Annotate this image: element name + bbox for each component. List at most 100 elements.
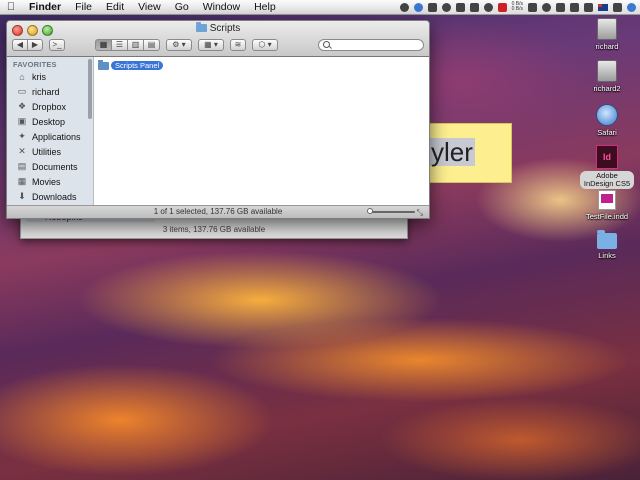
status-bar: 1 of 1 selected, 137.76 GB available ⤡ bbox=[7, 205, 429, 218]
nav-buttons: ◀ ▶ bbox=[12, 38, 43, 51]
drive-icon: ▭ bbox=[17, 86, 27, 96]
sidebar-heading: FAVORITES bbox=[13, 60, 57, 69]
sidebar-item-documents[interactable]: ▤ Documents bbox=[7, 159, 93, 174]
hard-drive-icon bbox=[597, 60, 617, 82]
sticky-note[interactable]: yler bbox=[426, 123, 512, 183]
dropbox-icon[interactable] bbox=[427, 2, 437, 12]
eject-icon[interactable] bbox=[570, 2, 579, 12]
home-icon: ⌂ bbox=[19, 71, 25, 82]
sidebar: FAVORITES ⌂ kris ▭ richard ❖ Dropbox ▣ Deskt… bbox=[7, 57, 94, 206]
movies-icon: ▦ bbox=[17, 176, 27, 186]
dropbox-icon: ❖ bbox=[17, 101, 27, 111]
menu-help[interactable]: Help bbox=[247, 1, 283, 13]
resize-grip-icon[interactable]: ⤡ bbox=[417, 207, 423, 218]
sidebar-item-label: richard bbox=[32, 86, 60, 97]
list-view-icon: ☰ bbox=[115, 40, 124, 49]
window-title-text: Scripts bbox=[209, 23, 241, 34]
indesign-document-icon bbox=[598, 190, 616, 210]
title-bar[interactable]: Scripts ◀ ▶ >_ ▦ ☰ ▥ ▤ ⚙ ▾ ▦ ▾ ≋ ⬡ ▾ bbox=[7, 21, 429, 57]
battery-icon[interactable] bbox=[613, 2, 622, 12]
documents-icon: ▤ bbox=[17, 161, 27, 171]
share-button[interactable]: ≋ bbox=[230, 38, 246, 51]
view-buttons: ▦ ☰ ▥ ▤ bbox=[95, 38, 160, 51]
slider-track bbox=[371, 211, 415, 213]
sidebar-scrollbar[interactable] bbox=[88, 59, 92, 119]
menu-edit[interactable]: Edit bbox=[99, 1, 131, 13]
menu-window[interactable]: Window bbox=[196, 1, 247, 13]
search-icon bbox=[323, 40, 330, 48]
sidebar-item-utilities[interactable]: ✕ Utilities bbox=[7, 144, 93, 159]
sidebar-item-dropbox[interactable]: ❖ Dropbox bbox=[7, 99, 93, 114]
bluetooth-icon[interactable] bbox=[528, 2, 537, 12]
desktop-icon-label: richard bbox=[595, 42, 619, 51]
slider-knob[interactable] bbox=[367, 208, 373, 214]
file-area[interactable]: Scripts Panel bbox=[94, 57, 429, 206]
column-view-icon: ▥ bbox=[131, 40, 140, 49]
desktop-icon-testfile[interactable]: TestFile.indd bbox=[577, 190, 637, 221]
sidebar-item-label: Dropbox bbox=[32, 101, 67, 112]
icon-view-button[interactable]: ▦ bbox=[95, 38, 112, 51]
sidebar-item-applications[interactable]: ✦ Applications bbox=[7, 129, 93, 144]
sidebar-item-label: Applications bbox=[32, 131, 81, 142]
toolbar: ◀ ▶ >_ ▦ ☰ ▥ ▤ ⚙ ▾ ▦ ▾ ≋ ⬡ ▾ bbox=[12, 36, 424, 53]
alert-icon[interactable] bbox=[497, 2, 507, 12]
search-field[interactable] bbox=[318, 38, 424, 51]
coverflow-view-button[interactable]: ▤ bbox=[143, 38, 160, 51]
gear-icon[interactable] bbox=[483, 2, 493, 12]
arrange-button[interactable]: ▦ ▾ bbox=[198, 38, 224, 51]
sidebar-item-movies[interactable]: ▦ Movies bbox=[7, 174, 93, 189]
status-text: 1 of 1 selected, 137.76 GB available bbox=[153, 207, 283, 216]
sidebar-item-kris[interactable]: ⌂ kris bbox=[7, 69, 93, 84]
volume-icon[interactable] bbox=[584, 2, 593, 12]
paw-icon[interactable] bbox=[469, 2, 479, 12]
desktop-icon-label: Adobe InDesign CS5 bbox=[580, 171, 634, 189]
finder-window: Scripts ◀ ▶ >_ ▦ ☰ ▥ ▤ ⚙ ▾ ▦ ▾ ≋ ⬡ ▾ FAV… bbox=[6, 20, 430, 219]
menu-finder[interactable]: Finder bbox=[22, 1, 68, 13]
desktop-icon: ▣ bbox=[17, 116, 27, 126]
sidebar-item-downloads[interactable]: ⬇ Downloads bbox=[7, 189, 93, 204]
net-out-text: 0 B/s bbox=[511, 6, 523, 12]
apple-menu-icon[interactable]:  bbox=[0, 1, 22, 13]
sidebar-item-label: Documents bbox=[32, 161, 78, 172]
coverflow-view-icon: ▤ bbox=[147, 40, 156, 49]
utilities-icon: ✕ bbox=[18, 146, 26, 156]
desktop-icon-indesign[interactable]: Id Adobe InDesign CS5 bbox=[577, 145, 637, 189]
sidebar-item-label: Desktop bbox=[32, 116, 66, 127]
dropbox-button[interactable]: ⬡ ▾ bbox=[252, 38, 278, 51]
downloads-icon: ⬇ bbox=[18, 191, 26, 201]
menu-view[interactable]: View bbox=[131, 1, 168, 13]
indesign-app-icon: Id bbox=[596, 145, 618, 169]
action-button[interactable]: ⚙ ▾ bbox=[166, 38, 192, 51]
search-input[interactable] bbox=[333, 39, 419, 50]
forward-button[interactable]: ▶ bbox=[27, 38, 43, 51]
desktop-icon-richard[interactable]: richard bbox=[577, 18, 637, 51]
back-button[interactable]: ◀ bbox=[12, 38, 28, 51]
window-body: FAVORITES ⌂ kris ▭ richard ❖ Dropbox ▣ Deskt… bbox=[7, 57, 429, 206]
menu-go[interactable]: Go bbox=[168, 1, 196, 13]
file-item[interactable]: Scripts Panel bbox=[98, 59, 164, 70]
sidebar-item-label: Movies bbox=[32, 176, 61, 187]
path-button[interactable]: >_ bbox=[49, 38, 65, 51]
wifi-icon[interactable] bbox=[542, 2, 551, 12]
spotlight-icon[interactable] bbox=[627, 2, 636, 12]
sidebar-item-label: Utilities bbox=[32, 146, 62, 157]
menu-file[interactable]: File bbox=[68, 1, 99, 13]
display-icon[interactable] bbox=[556, 2, 565, 12]
sidebar-item-desktop[interactable]: ▣ Desktop bbox=[7, 114, 93, 129]
sidebar-item-richard[interactable]: ▭ richard bbox=[7, 84, 93, 99]
desktop-icon-links[interactable]: Links bbox=[577, 229, 637, 260]
network-speed: 0 B/s 0 B/s bbox=[512, 2, 523, 12]
globe-icon[interactable] bbox=[413, 2, 423, 12]
desktop-icon-safari[interactable]: Safari bbox=[577, 104, 637, 137]
list-view-button[interactable]: ☰ bbox=[111, 38, 128, 51]
sync-icon[interactable] bbox=[399, 2, 409, 12]
icon-size-slider[interactable]: ⤡ bbox=[365, 208, 423, 217]
hard-drive-icon bbox=[597, 18, 617, 40]
folder-icon bbox=[195, 22, 207, 32]
desktop-icon-label: richard2 bbox=[593, 84, 621, 93]
column-view-button[interactable]: ▥ bbox=[127, 38, 144, 51]
time-machine-icon[interactable] bbox=[441, 2, 451, 12]
input-source-flag-icon[interactable] bbox=[598, 3, 608, 11]
desktop-icon-richard2[interactable]: richard2 bbox=[577, 60, 637, 93]
cloud-icon[interactable] bbox=[455, 2, 465, 12]
